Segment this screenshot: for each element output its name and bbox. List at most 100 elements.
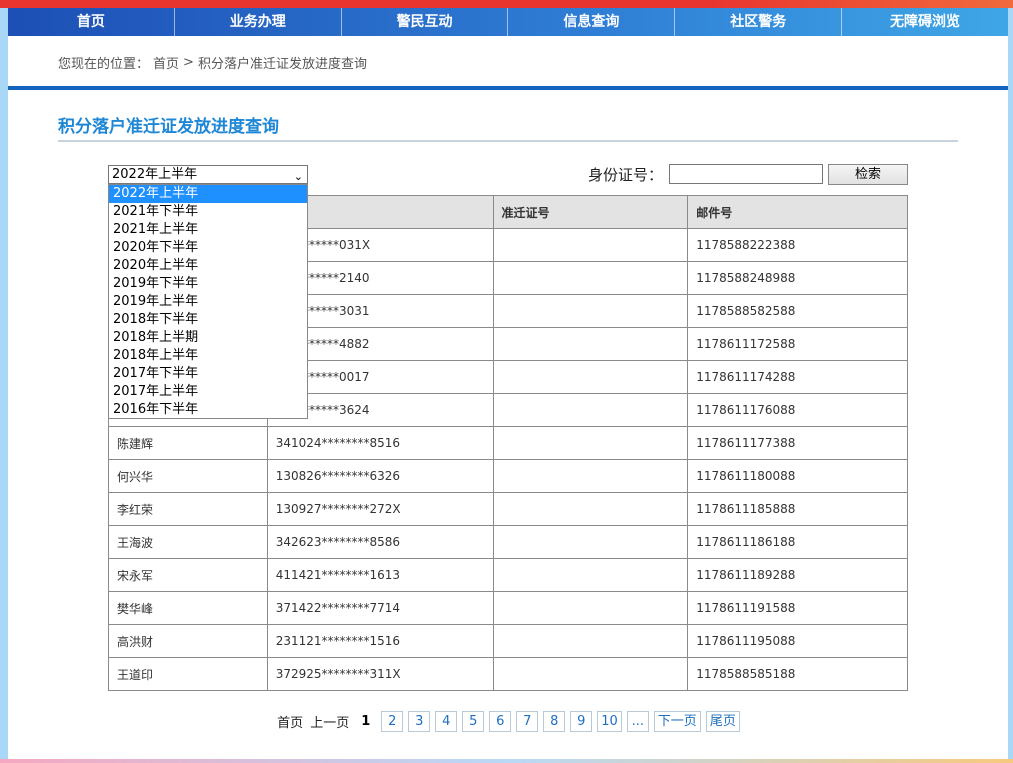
cell-name: 高洪财: [108, 624, 268, 658]
cell-id-number: 371422********7714: [266, 591, 494, 625]
page-content: 您现在的位置： 首页 > 积分落户准迁证发放进度查询 积分落户准迁证发放进度查询…: [8, 36, 1008, 759]
cell-mail-number: 1178611180088: [687, 459, 908, 493]
period-option[interactable]: 2017年下半年: [109, 365, 307, 383]
nav-item-info-query[interactable]: 信息查询: [508, 8, 676, 36]
cell-mail-number: 1178611172588: [687, 327, 908, 361]
cell-permit-number: [492, 492, 689, 526]
period-select-value: 2022年上半年: [112, 167, 198, 182]
column-header-mail-no: 邮件号: [687, 195, 908, 229]
pager-page-link[interactable]: 9: [570, 710, 593, 732]
cell-mail-number: 1178611191588: [687, 591, 908, 625]
cell-permit-number: [492, 261, 689, 295]
pager-ellipsis[interactable]: ...: [626, 710, 649, 732]
cell-permit-number: [492, 393, 689, 427]
cell-id-number: 342623********8586: [266, 525, 494, 559]
nav-item-home[interactable]: 首页: [8, 8, 175, 36]
chevron-down-icon: ⌄: [293, 170, 303, 183]
period-option[interactable]: 2018年下半年: [109, 311, 307, 329]
pager-page-link[interactable]: 10: [597, 710, 622, 732]
cell-name: 李红荣: [108, 492, 268, 526]
breadcrumb-separator: >: [183, 54, 194, 70]
bottom-color-strip: [0, 759, 1013, 763]
cell-mail-number: 1178611186188: [687, 525, 908, 559]
id-number-input[interactable]: [669, 164, 823, 184]
pager-page-link[interactable]: 8: [543, 710, 566, 732]
id-number-label: 身份证号：: [588, 166, 664, 184]
table-row: 何兴华 130826********6326 1178611180088: [108, 459, 908, 493]
cell-mail-number: 1178611195088: [687, 624, 908, 658]
cell-mail-number: 1178611177388: [687, 426, 908, 460]
pager-page-numbers: 2 3 4 5 6 7 8 9 10: [381, 710, 622, 732]
title-underline: [58, 140, 958, 142]
pager-page-link[interactable]: 6: [489, 710, 512, 732]
page-title: 积分落户准迁证发放进度查询: [58, 117, 279, 137]
breadcrumb: 您现在的位置： 首页 > 积分落户准迁证发放进度查询: [58, 52, 367, 72]
cell-permit-number: [492, 426, 689, 460]
breadcrumb-home-link[interactable]: 首页: [153, 53, 179, 72]
left-border: [0, 8, 8, 763]
period-option[interactable]: 2022年上半年: [109, 185, 307, 203]
cell-name: 樊华峰: [108, 591, 268, 625]
cell-name: 何兴华: [108, 459, 268, 493]
cell-permit-number: [492, 459, 689, 493]
cell-name: 王道印: [108, 657, 268, 691]
table-row: 陈建辉 341024********8516 1178611177388: [108, 426, 908, 460]
pager-next[interactable]: 下一页: [653, 710, 701, 732]
cell-mail-number: 1178588585188: [687, 657, 908, 691]
cell-permit-number: [492, 558, 689, 592]
cell-mail-number: 1178588248988: [687, 261, 908, 295]
table-row: 王道印 372925********311X 1178588585188: [108, 657, 908, 691]
period-option[interactable]: 2019年下半年: [109, 275, 307, 293]
cell-id-number: 130927********272X: [266, 492, 494, 526]
breadcrumb-current: 积分落户准迁证发放进度查询: [197, 56, 367, 72]
pager-first[interactable]: 首页: [276, 712, 304, 731]
cell-mail-number: 1178588222388: [687, 228, 908, 262]
period-option[interactable]: 2018年上半期: [109, 329, 307, 347]
cell-id-number: 130826********6326: [266, 459, 494, 493]
pagination: 首页 上一页 1 2 3 4 5 6 7 8 9 10 ... 下一页 尾页: [8, 710, 1008, 732]
period-option[interactable]: 2017年上半年: [109, 383, 307, 401]
cell-mail-number: 1178611185888: [687, 492, 908, 526]
pager-prev[interactable]: 上一页: [309, 712, 350, 731]
table-row: 宋永军 411421********1613 1178611189288: [108, 558, 908, 592]
search-button[interactable]: 检索: [828, 164, 908, 185]
cell-permit-number: [492, 360, 689, 394]
pager-page-link[interactable]: 4: [435, 710, 458, 732]
nav-item-business[interactable]: 业务办理: [175, 8, 342, 36]
cell-permit-number: [492, 657, 689, 691]
pager-last[interactable]: 尾页: [705, 710, 740, 732]
pager-page-link[interactable]: 5: [462, 710, 485, 732]
cell-permit-number: [492, 624, 689, 658]
cell-id-number: 341024********8516: [266, 426, 494, 460]
cell-permit-number: [492, 525, 689, 559]
cell-mail-number: 1178611189288: [687, 558, 908, 592]
period-option[interactable]: 2021年下半年: [109, 203, 307, 221]
table-row: 李红荣 130927********272X 1178611185888: [108, 492, 908, 526]
cell-permit-number: [492, 591, 689, 625]
period-option[interactable]: 2020年下半年: [109, 239, 307, 257]
nav-item-community-police[interactable]: 社区警务: [675, 8, 843, 36]
cell-id-number: 231121********1516: [266, 624, 494, 658]
nav-item-interaction[interactable]: 警民互动: [342, 8, 509, 36]
pager-page-link[interactable]: 7: [516, 710, 539, 732]
period-option[interactable]: 2019年上半年: [109, 293, 307, 311]
period-option[interactable]: 2021年上半年: [109, 221, 307, 239]
cell-mail-number: 1178588582588: [687, 294, 908, 328]
pager-page-link[interactable]: 2: [381, 710, 404, 732]
cell-mail-number: 1178611174288: [687, 360, 908, 394]
top-color-strip: [0, 0, 1013, 8]
cell-permit-number: [492, 228, 689, 262]
cell-id-number: 372925********311X: [266, 657, 494, 691]
period-dropdown-list: 2022年上半年 2021年下半年 2021年上半年 2020年下半年 2020年上半年…: [108, 184, 308, 419]
nav-item-accessibility[interactable]: 无障碍浏览: [842, 8, 1008, 36]
main-nav: 首页 业务办理 警民互动 信息查询 社区警务 无障碍浏览: [8, 8, 1008, 36]
breadcrumb-prefix: 您现在的位置：: [58, 56, 150, 72]
period-option[interactable]: 2020年上半年: [109, 257, 307, 275]
period-select[interactable]: 2022年上半年 ⌄: [108, 165, 308, 184]
period-option[interactable]: 2016年下半年: [109, 401, 307, 419]
cell-mail-number: 1178611176088: [687, 393, 908, 427]
cell-permit-number: [492, 327, 689, 361]
column-header-permit-no: 准迁证号: [492, 195, 689, 229]
period-option[interactable]: 2018年上半年: [109, 347, 307, 365]
pager-page-link[interactable]: 3: [408, 710, 431, 732]
